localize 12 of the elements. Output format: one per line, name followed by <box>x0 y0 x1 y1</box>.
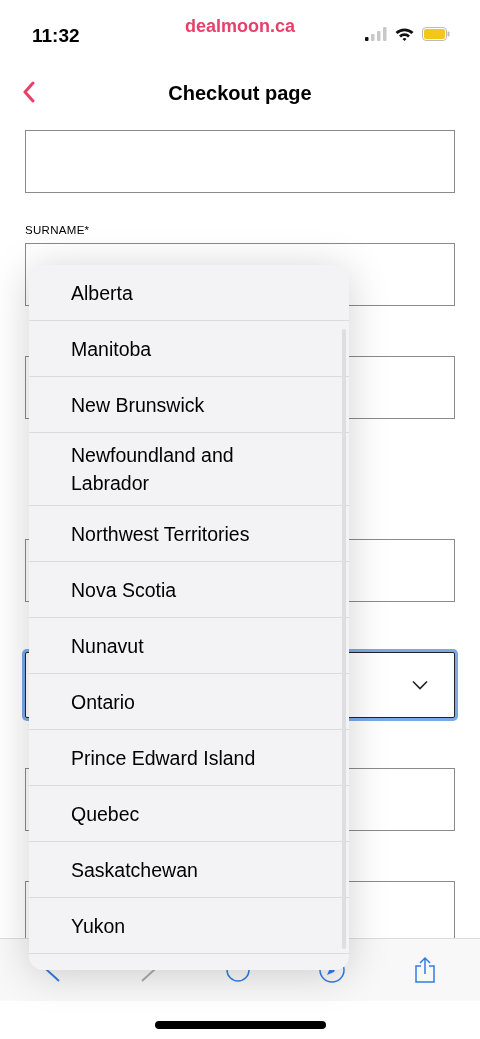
input-field[interactable] <box>25 130 455 193</box>
chevron-down-icon <box>412 680 428 690</box>
dropdown-option[interactable]: Alberta <box>29 265 349 321</box>
page-title: Checkout page <box>168 81 312 105</box>
signal-icon <box>365 27 387 41</box>
battery-icon <box>422 27 450 41</box>
field-label: SURNAME* <box>25 224 90 236</box>
share-icon[interactable] <box>412 956 437 984</box>
back-icon[interactable] <box>22 81 36 103</box>
site-domain: dealmoon.ca <box>185 16 295 36</box>
status-time: 11:32 <box>32 25 80 47</box>
wifi-icon <box>395 27 414 41</box>
